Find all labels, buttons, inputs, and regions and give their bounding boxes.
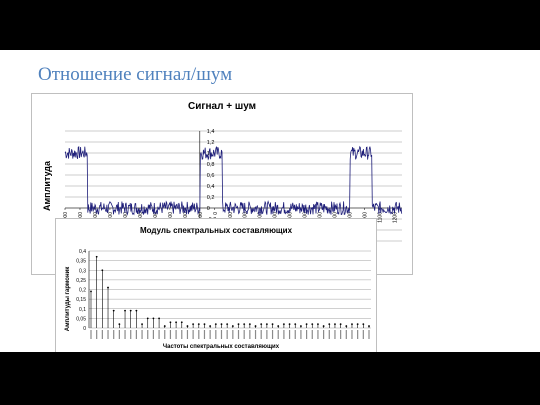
spectrum-point: [288, 323, 291, 326]
spectrum-point: [305, 323, 308, 326]
spectrum-point: [311, 323, 314, 326]
spectrum-point: [197, 323, 200, 326]
spectrum-point: [294, 323, 297, 326]
y-tick-label: 0: [83, 326, 86, 332]
y-tick-label: 0,3: [79, 268, 86, 274]
spectrum-point: [300, 325, 302, 327]
spectrum-point: [118, 323, 121, 326]
spectrum-point: [158, 317, 160, 320]
spectrum-point: [135, 309, 138, 312]
chart-title: Сигнал + шум: [188, 101, 256, 112]
spectrum-point: [271, 323, 274, 326]
y-tick-label: 0,05: [76, 316, 86, 322]
y-axis-label: Амплитуды гармоник: [65, 267, 71, 332]
spectrum-point: [180, 321, 183, 324]
y-tick-label: 1,4: [207, 129, 215, 135]
spectrum-point: [124, 309, 126, 312]
spectrum-point: [226, 323, 229, 326]
x-tick-label: 0: [213, 212, 219, 215]
spectrum-point: [254, 325, 257, 327]
spectrum-point: [107, 286, 109, 289]
slide-title: Отношение сигнал/шум: [38, 64, 233, 85]
spectrum-point: [334, 323, 336, 326]
y-tick-label: 0,4: [207, 184, 215, 190]
spectrum-point: [368, 325, 370, 327]
spectrum-chart: Модуль спектральных составляющих Амплитуд…: [55, 218, 377, 352]
y-tick-label: 0,4: [79, 249, 86, 255]
spectrum-point: [237, 323, 240, 326]
spectrum-point: [260, 323, 263, 326]
spectrum-point: [248, 323, 251, 326]
spectrum-point: [95, 255, 98, 258]
spectrum-point: [146, 317, 149, 320]
spectrum-point: [112, 309, 115, 312]
spectrum-point: [282, 323, 285, 326]
spectrum-point: [231, 325, 234, 327]
y-tick-label: 0,2: [207, 195, 215, 201]
y-tick-label: 0: [207, 206, 210, 212]
slide: Отношение сигнал/шум Сигнал + шум Амплиту…: [0, 50, 540, 352]
y-tick-label: 0,2: [79, 288, 86, 294]
x-tick-label: 1100: [378, 212, 384, 223]
spectrum-point: [203, 323, 206, 326]
spectrum-point: [345, 325, 348, 327]
spectrum-point: [243, 323, 246, 326]
spectrum-point: [214, 323, 217, 326]
spectrum-chart-svg: Модуль спектральных составляющих Амплитуд…: [65, 226, 371, 350]
spectrum-point: [169, 321, 172, 324]
y-tick-label: 0,1: [79, 307, 86, 313]
spectrum-point: [322, 325, 325, 327]
spectrum-point: [220, 323, 223, 326]
y-tick-label: 0,35: [76, 259, 86, 265]
x-tick-label: 1200: [393, 212, 399, 223]
signal-noise-line: [64, 145, 403, 217]
spectrum-point: [186, 325, 189, 327]
spectrum-point: [90, 290, 92, 293]
y-tick-label: 0,8: [207, 162, 215, 168]
spectrum-point: [101, 269, 104, 272]
y-tick-label: 0,15: [76, 297, 86, 303]
spectrum-point: [339, 323, 342, 326]
spectrum-point: [317, 323, 319, 326]
spectrum-point: [277, 325, 280, 327]
spectrum-point: [362, 323, 365, 326]
spectrum-point: [163, 325, 166, 327]
spectrum-point: [175, 321, 178, 324]
spectrum-point: [141, 323, 143, 326]
spectrum-point: [192, 323, 195, 326]
x-axis-label: Частоты спектральных составляющих: [163, 344, 280, 350]
spectrum-point: [209, 325, 212, 327]
y-axis-label: Амплитуда: [42, 160, 52, 211]
spectrum-point: [356, 323, 359, 326]
y-tick-label: 1,2: [207, 140, 215, 146]
spectrum-point: [351, 323, 353, 326]
spectrum-point: [129, 309, 132, 312]
y-tick-label: 0,6: [207, 173, 215, 179]
chart-title: Модуль спектральных составляющих: [140, 226, 293, 235]
spectrum-point: [152, 317, 155, 320]
y-tick-label: 0,25: [76, 278, 86, 284]
spectrum-point: [328, 323, 331, 326]
spectrum-point: [265, 323, 268, 326]
